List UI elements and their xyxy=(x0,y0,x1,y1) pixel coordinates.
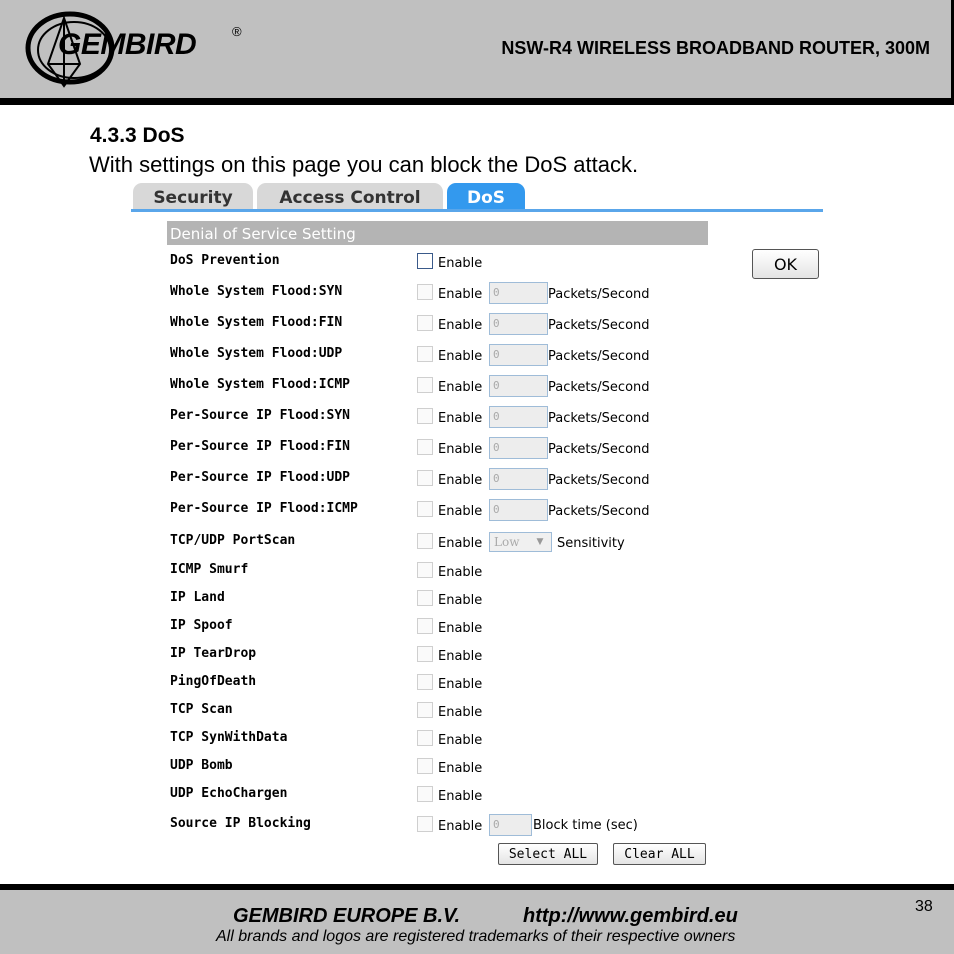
enable-checkbox[interactable] xyxy=(417,346,433,362)
enable-label: Enable xyxy=(438,649,483,664)
rate-input[interactable]: 0 xyxy=(489,499,548,521)
enable-label: Enable xyxy=(438,411,483,426)
page-number: 38 xyxy=(915,898,933,915)
sensitivity-label: Sensitivity xyxy=(557,536,625,551)
enable-label: Enable xyxy=(438,536,483,551)
setting-label: IP TearDrop xyxy=(170,646,257,661)
setting-label: DoS Prevention xyxy=(170,253,280,268)
enable-label: Enable xyxy=(438,761,483,776)
enable-checkbox[interactable] xyxy=(417,501,433,517)
logo-text: GEMBIRD xyxy=(58,28,197,61)
enable-label: Enable xyxy=(438,593,483,608)
logo-registered-mark: ® xyxy=(232,24,242,39)
enable-label: Enable xyxy=(438,473,483,488)
enable-checkbox[interactable] xyxy=(417,377,433,393)
sensitivity-select[interactable]: Low ▼ xyxy=(489,532,552,552)
block-time-label: Block time (sec) xyxy=(533,818,638,833)
setting-label: Per-Source IP Flood:UDP xyxy=(170,470,351,485)
enable-checkbox[interactable] xyxy=(417,470,433,486)
footer-url: http://www.gembird.eu xyxy=(523,905,738,927)
setting-label: Source IP Blocking xyxy=(170,816,311,831)
clear-all-button[interactable]: Clear ALL xyxy=(613,843,706,865)
setting-label: Per-Source IP Flood:FIN xyxy=(170,439,351,454)
tab-underline xyxy=(131,209,823,212)
footer-company: GEMBIRD EUROPE B.V. xyxy=(233,905,461,927)
setting-label: Per-Source IP Flood:SYN xyxy=(170,408,351,423)
select-all-button[interactable]: Select ALL xyxy=(498,843,598,865)
rate-input[interactable]: 0 xyxy=(489,437,548,459)
enable-checkbox[interactable] xyxy=(417,674,433,690)
enable-checkbox[interactable] xyxy=(417,786,433,802)
setting-label: PingOfDeath xyxy=(170,674,257,689)
setting-label: UDP EchoChargen xyxy=(170,786,288,801)
setting-label: ICMP Smurf xyxy=(170,562,249,577)
enable-checkbox[interactable] xyxy=(417,315,433,331)
enable-checkbox[interactable] xyxy=(417,646,433,662)
footer-trademark-note: All brands and logos are registered trad… xyxy=(216,928,736,945)
enable-label: Enable xyxy=(438,380,483,395)
enable-label: Enable xyxy=(438,677,483,692)
enable-label: Enable xyxy=(438,349,483,364)
setting-label: TCP/UDP PortScan xyxy=(170,533,296,548)
rate-input[interactable]: 0 xyxy=(489,282,548,304)
enable-label: Enable xyxy=(438,733,483,748)
enable-checkbox[interactable] xyxy=(417,590,433,606)
chevron-down-icon: ▼ xyxy=(536,537,544,547)
setting-label: Whole System Flood:ICMP xyxy=(170,377,351,392)
panel-title: Denial of Service Setting xyxy=(167,221,708,245)
enable-label: Enable xyxy=(438,789,483,804)
enable-label: Enable xyxy=(438,504,483,519)
enable-checkbox[interactable] xyxy=(417,284,433,300)
setting-label: TCP SynWithData xyxy=(170,730,288,745)
enable-checkbox[interactable] xyxy=(417,253,433,269)
enable-label: Enable xyxy=(438,565,483,580)
rate-input[interactable]: 0 xyxy=(489,468,548,490)
enable-checkbox[interactable] xyxy=(417,618,433,634)
setting-label: UDP Bomb xyxy=(170,758,233,773)
setting-label: IP Land xyxy=(170,590,225,605)
packets-unit-label: Packets/Second xyxy=(548,442,650,457)
setting-label: Whole System Flood:SYN xyxy=(170,284,343,299)
setting-label: TCP Scan xyxy=(170,702,233,717)
block-time-input[interactable]: 0 xyxy=(489,814,532,836)
rate-input[interactable]: 0 xyxy=(489,375,548,397)
enable-label: Enable xyxy=(438,442,483,457)
section-description: With settings on this page you can block… xyxy=(89,152,639,177)
setting-label: Whole System Flood:UDP xyxy=(170,346,343,361)
enable-checkbox[interactable] xyxy=(417,758,433,774)
enable-label: Enable xyxy=(438,819,483,834)
packets-unit-label: Packets/Second xyxy=(548,411,650,426)
tab-access-control[interactable]: Access Control xyxy=(257,183,443,210)
packets-unit-label: Packets/Second xyxy=(548,380,650,395)
enable-checkbox[interactable] xyxy=(417,408,433,424)
packets-unit-label: Packets/Second xyxy=(548,318,650,333)
rate-input[interactable]: 0 xyxy=(489,406,548,428)
packets-unit-label: Packets/Second xyxy=(548,287,650,302)
tab-security[interactable]: Security xyxy=(133,183,253,210)
enable-label: Enable xyxy=(438,256,483,271)
rate-input[interactable]: 0 xyxy=(489,344,548,366)
enable-checkbox[interactable] xyxy=(417,730,433,746)
enable-checkbox[interactable] xyxy=(417,702,433,718)
section-heading: 4.3.3 DoS xyxy=(90,124,185,147)
setting-label: IP Spoof xyxy=(170,618,233,633)
sensitivity-value: Low xyxy=(494,535,520,549)
rate-input[interactable]: 0 xyxy=(489,313,548,335)
enable-checkbox[interactable] xyxy=(417,439,433,455)
enable-checkbox[interactable] xyxy=(417,562,433,578)
packets-unit-label: Packets/Second xyxy=(548,349,650,364)
packets-unit-label: Packets/Second xyxy=(548,504,650,519)
packets-unit-label: Packets/Second xyxy=(548,473,650,488)
setting-label: Whole System Flood:FIN xyxy=(170,315,343,330)
tab-dos[interactable]: DoS xyxy=(447,183,525,210)
ok-button[interactable]: OK xyxy=(752,249,819,279)
enable-checkbox[interactable] xyxy=(417,533,433,549)
enable-label: Enable xyxy=(438,705,483,720)
setting-label: Per-Source IP Flood:ICMP xyxy=(170,501,358,516)
enable-label: Enable xyxy=(438,287,483,302)
enable-label: Enable xyxy=(438,318,483,333)
document-title: NSW-R4 WIRELESS BROADBAND ROUTER, 300M xyxy=(501,38,930,58)
enable-label: Enable xyxy=(438,621,483,636)
enable-checkbox[interactable] xyxy=(417,816,433,832)
